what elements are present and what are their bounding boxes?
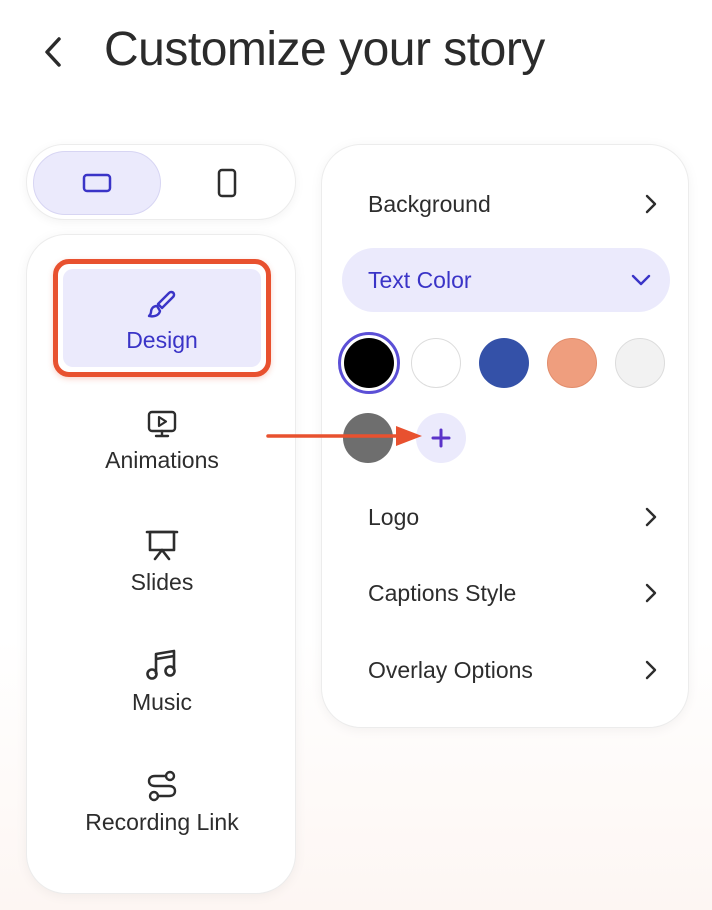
paintbrush-icon <box>147 290 176 318</box>
presentation-icon <box>145 530 179 561</box>
captions-style-row[interactable]: Captions Style <box>368 573 658 613</box>
color-swatch-white[interactable] <box>411 338 461 388</box>
color-swatch-blue[interactable] <box>479 338 529 388</box>
arrow-annotation <box>266 426 422 446</box>
nav-item-design[interactable]: Design <box>27 287 297 354</box>
logo-row[interactable]: Logo <box>368 497 658 537</box>
overlay-options-row[interactable]: Overlay Options <box>368 650 658 690</box>
header: Customize your story <box>0 0 712 110</box>
color-swatch-black[interactable] <box>338 332 400 394</box>
orientation-toggle <box>26 144 296 220</box>
captions-style-label: Captions Style <box>368 579 517 606</box>
logo-label: Logo <box>368 503 420 530</box>
page-title: Customize your story <box>104 23 545 76</box>
nav-item-animations[interactable]: Animations <box>27 407 297 474</box>
chevron-right-icon <box>645 194 657 214</box>
route-icon <box>147 770 177 802</box>
left-nav: Design Animations Slides Music Recording… <box>26 234 296 894</box>
chevron-right-icon <box>645 660 657 680</box>
nav-item-recording-link[interactable]: Recording Link <box>27 769 297 836</box>
nav-item-music[interactable]: Music <box>27 647 297 716</box>
color-swatch-peach[interactable] <box>547 338 597 388</box>
landscape-option[interactable] <box>33 151 161 215</box>
background-row[interactable]: Background <box>368 184 658 224</box>
back-button[interactable] <box>36 32 70 72</box>
chevron-right-icon <box>645 507 657 527</box>
nav-item-label: Slides <box>130 569 194 595</box>
plus-icon <box>431 428 451 448</box>
nav-item-label: Music <box>131 689 193 715</box>
play-screen-icon <box>147 410 177 438</box>
overlay-options-label: Overlay Options <box>368 656 533 683</box>
nav-item-label: Design <box>126 327 198 353</box>
music-note-icon <box>146 649 176 680</box>
chevron-right-icon <box>645 583 657 603</box>
chevron-down-icon <box>631 274 651 286</box>
landscape-icon <box>82 173 112 193</box>
portrait-option[interactable] <box>163 151 291 215</box>
background-label: Background <box>368 190 491 217</box>
portrait-icon <box>217 168 237 198</box>
nav-item-slides[interactable]: Slides <box>27 527 297 596</box>
nav-item-label: Animations <box>105 447 219 473</box>
chevron-left-icon <box>45 37 61 67</box>
text-color-row[interactable]: Text Color <box>342 248 670 312</box>
text-color-label: Text Color <box>368 266 472 293</box>
color-swatch-light-gray[interactable] <box>615 338 665 388</box>
nav-item-label: Recording Link <box>85 809 239 835</box>
